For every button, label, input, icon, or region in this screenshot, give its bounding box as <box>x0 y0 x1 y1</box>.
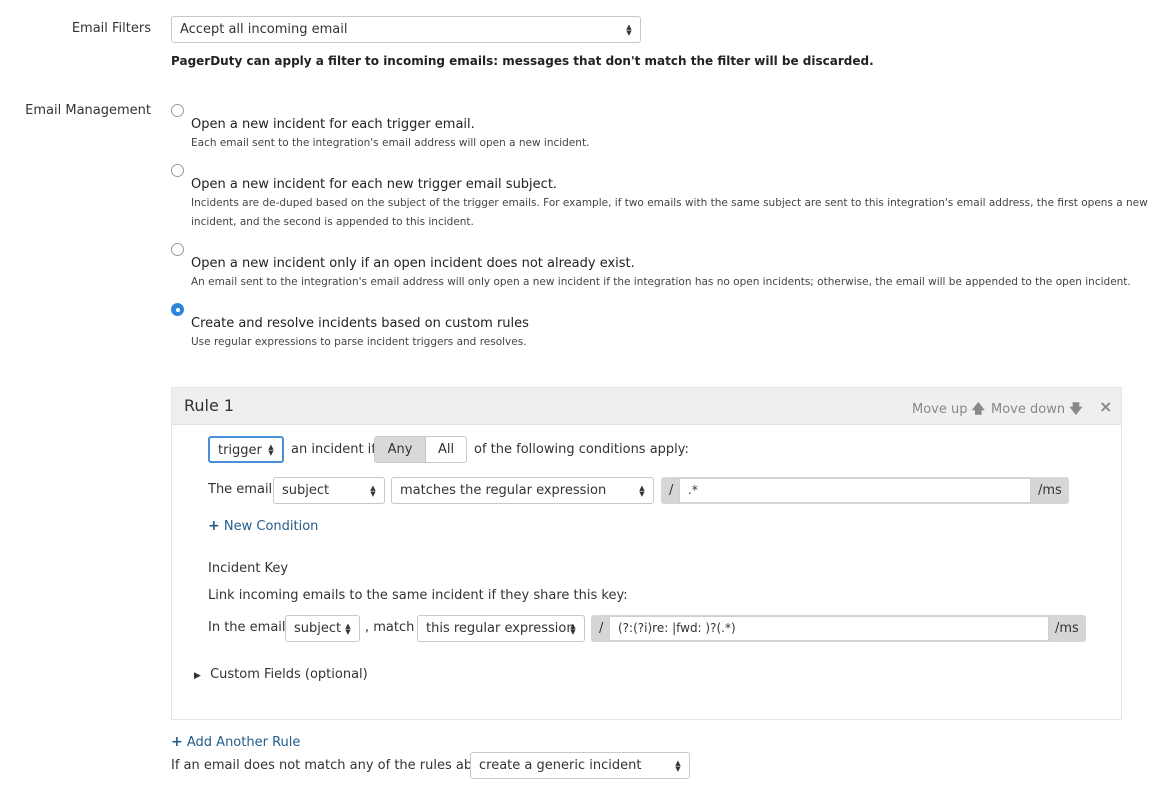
key-match-select[interactable]: this regular expression ▲ ▼ <box>417 615 585 642</box>
new-condition-link[interactable]: + New Condition <box>208 518 318 534</box>
radio-each-new-subject[interactable] <box>171 164 184 177</box>
email-filters-select[interactable]: Accept all incoming email ▲ ▼ <box>171 16 641 43</box>
key-regex-suffix: /ms <box>1055 621 1079 636</box>
option-title-each-trigger: Open a new incident for each trigger ema… <box>191 117 475 132</box>
email-management-label: Email Management <box>25 103 151 118</box>
key-regex-input[interactable]: (?:(?i)re: |fwd: )?(.*) <box>609 616 1049 641</box>
select-arrows-icon: ▲ ▼ <box>268 442 274 457</box>
key-regex-group: / (?:(?i)re: |fwd: )?(.*) /ms <box>591 615 1086 642</box>
regex-group: / .* /ms <box>661 477 1069 504</box>
key-match-select-value: this regular expression <box>426 621 575 636</box>
select-arrows-icon: ▲ ▼ <box>675 758 681 773</box>
option-title-new-subject: Open a new incident for each new trigger… <box>191 177 558 192</box>
match-type-select-value: matches the regular expression <box>400 483 607 498</box>
select-arrows-icon: ▲ ▼ <box>626 22 632 37</box>
rule-title: Rule 1 <box>184 396 235 415</box>
move-down-button[interactable]: Move down 🡇 <box>991 400 1083 422</box>
custom-fields-label: Custom Fields (optional) <box>210 667 368 682</box>
field-select[interactable]: subject ▲ ▼ <box>273 477 385 504</box>
arrow-up-icon: 🡅 <box>971 402 986 417</box>
action-select[interactable]: trigger ▲ ▼ <box>208 436 284 463</box>
option-desc-each-trigger: Each email sent to the integration's ema… <box>191 137 590 149</box>
option-desc-custom-rules: Use regular expressions to parse inciden… <box>191 336 527 348</box>
plus-icon: + <box>208 518 220 534</box>
in-the-email-label: In the email <box>208 620 286 635</box>
caret-right-icon: ▶ <box>194 671 201 681</box>
incident-key-desc: Link incoming emails to the same inciden… <box>208 588 628 603</box>
select-arrows-icon: ▲ ▼ <box>570 621 576 636</box>
an-incident-if-label: an incident if <box>291 442 376 457</box>
select-arrows-icon: ▲ ▼ <box>370 483 376 498</box>
conditions-apply-label: of the following conditions apply: <box>474 442 689 457</box>
email-filters-note: PagerDuty can apply a filter to incoming… <box>171 54 874 68</box>
select-arrows-icon: ▲ ▼ <box>345 621 351 636</box>
regex-prefix-slash: / <box>669 483 674 498</box>
key-regex-prefix-slash: / <box>599 621 604 636</box>
fallback-text: If an email does not match any of the ru… <box>171 758 500 773</box>
option-desc-only-if-no-open: An email sent to the integration's email… <box>191 276 1131 288</box>
select-arrows-icon: ▲ ▼ <box>639 483 645 498</box>
action-select-value: trigger <box>218 443 262 458</box>
new-condition-label: New Condition <box>223 519 319 534</box>
fallback-select[interactable]: create a generic incident ▲ ▼ <box>470 752 690 779</box>
field-select-value: subject <box>282 483 330 498</box>
rule-header: Rule 1 Move up 🡅 Move down 🡇 × <box>172 388 1121 425</box>
key-field-select-value: subject <box>294 621 342 636</box>
fallback-select-value: create a generic incident <box>479 758 642 773</box>
regex-input[interactable]: .* <box>679 478 1031 503</box>
the-email-label: The email <box>208 482 273 497</box>
match-type-select[interactable]: matches the regular expression ▲ ▼ <box>391 477 654 504</box>
key-field-select[interactable]: subject ▲ ▼ <box>285 615 360 642</box>
option-desc-new-subject: Incidents are de-duped based on the subj… <box>191 197 1148 209</box>
add-another-rule-link[interactable]: + Add Another Rule <box>171 734 300 750</box>
option-title-custom-rules: Create and resolve incidents based on cu… <box>191 316 529 331</box>
add-another-rule-label: Add Another Rule <box>186 735 301 750</box>
comma-match-label: , match <box>365 620 415 635</box>
all-toggle[interactable]: All <box>425 436 467 463</box>
email-filters-select-value: Accept all incoming email <box>180 22 348 37</box>
email-filters-label: Email Filters <box>71 21 151 36</box>
incident-key-label: Incident Key <box>208 561 289 576</box>
option-title-only-if-no-open: Open a new incident only if an open inci… <box>191 256 635 271</box>
radio-only-if-no-open[interactable] <box>171 243 184 256</box>
move-up-button[interactable]: Move up 🡅 <box>912 400 985 422</box>
radio-custom-rules[interactable] <box>171 303 184 316</box>
arrow-down-icon: 🡇 <box>1069 402 1083 417</box>
radio-each-trigger-email[interactable] <box>171 104 184 117</box>
custom-fields-toggle[interactable]: ▶ Custom Fields (optional) <box>194 667 368 682</box>
regex-suffix: /ms <box>1038 483 1062 498</box>
close-rule-icon[interactable]: × <box>1099 397 1112 416</box>
any-toggle[interactable]: Any <box>374 436 426 463</box>
plus-icon: + <box>171 734 183 750</box>
option-desc-new-subject-line2: incident, and the second is appended to … <box>191 216 474 228</box>
move-down-label: Move down <box>991 402 1066 417</box>
move-up-label: Move up <box>912 402 968 417</box>
